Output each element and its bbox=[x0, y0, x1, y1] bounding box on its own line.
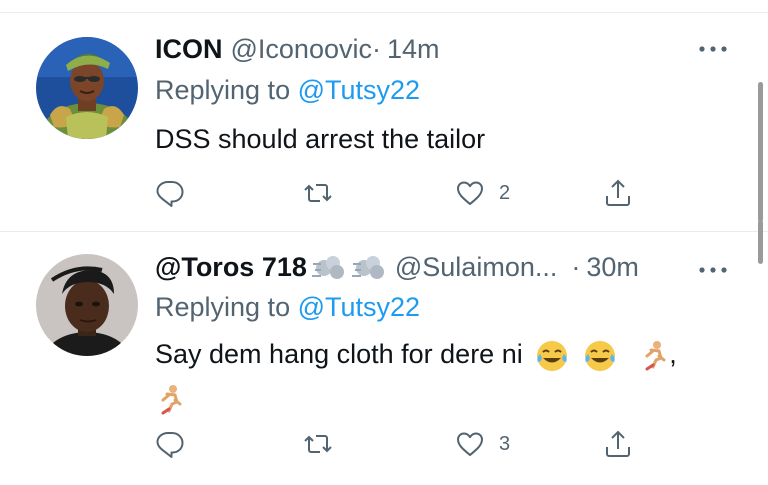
mention-link[interactable]: @Tutsy22 bbox=[298, 292, 420, 322]
tweet-actions: 2 bbox=[155, 175, 645, 211]
reply-button[interactable] bbox=[155, 426, 185, 462]
tweet-text: Say dem hang cloth for dere ni , bbox=[155, 332, 677, 420]
avatar-woman-headwrap-icon bbox=[36, 37, 138, 139]
separator-dot: · bbox=[571, 251, 581, 282]
retweet-button[interactable] bbox=[303, 426, 333, 462]
replying-prefix: Replying to bbox=[155, 75, 298, 105]
like-button[interactable]: 3 bbox=[455, 426, 510, 462]
timestamp[interactable]: 30m bbox=[586, 252, 639, 283]
display-name[interactable]: @Toros 718 bbox=[155, 252, 307, 283]
separator-dot: · bbox=[371, 33, 381, 64]
like-count: 3 bbox=[499, 432, 511, 455]
mention-link[interactable]: @Tutsy22 bbox=[298, 75, 420, 105]
tweet-text-suffix: , bbox=[669, 339, 677, 369]
joy-emoji-icon bbox=[584, 340, 615, 371]
share-button[interactable] bbox=[603, 426, 633, 462]
tweet-header: ICON @Iconoovic · 14m bbox=[155, 29, 440, 69]
heart-icon bbox=[457, 181, 483, 205]
retweet-icon bbox=[304, 184, 332, 202]
tweet[interactable]: ICON @Iconoovic · 14m Replying to @Tutsy… bbox=[0, 13, 768, 231]
running-emoji-icon bbox=[645, 340, 666, 371]
retweet-button[interactable] bbox=[303, 175, 333, 211]
avatar-man-icon bbox=[36, 254, 138, 356]
tweet-actions: 3 bbox=[155, 426, 645, 462]
scrollbar[interactable] bbox=[758, 220, 763, 264]
timestamp[interactable]: 14m bbox=[387, 34, 440, 65]
tweet-text: DSS should arrest the tailor bbox=[155, 124, 486, 154]
display-name[interactable]: ICON bbox=[155, 34, 223, 65]
running-emoji-icon bbox=[161, 384, 182, 415]
like-button[interactable]: 2 bbox=[455, 175, 510, 211]
reply-button[interactable] bbox=[155, 175, 185, 211]
reply-icon bbox=[156, 432, 184, 458]
more-icon[interactable] bbox=[698, 45, 728, 53]
like-count: 2 bbox=[499, 181, 511, 204]
more-icon[interactable] bbox=[698, 266, 728, 274]
share-icon bbox=[606, 430, 630, 457]
user-handle[interactable]: @Iconoovic bbox=[231, 34, 372, 65]
avatar[interactable] bbox=[36, 37, 138, 139]
replying-to: Replying to @Tutsy22 bbox=[155, 75, 420, 106]
tweet[interactable]: @Toros 718 @Sulaimon... · 30m Replying t… bbox=[0, 232, 768, 485]
tweet-text-line-2 bbox=[155, 376, 677, 420]
share-icon bbox=[606, 179, 630, 206]
reply-icon bbox=[156, 181, 184, 207]
dash-emoji-icon bbox=[351, 256, 384, 279]
dash-emoji-icon bbox=[311, 256, 344, 279]
avatar[interactable] bbox=[36, 254, 138, 356]
heart-icon bbox=[457, 432, 483, 456]
replying-prefix: Replying to bbox=[155, 292, 298, 322]
replying-to: Replying to @Tutsy22 bbox=[155, 292, 420, 323]
joy-emoji-icon bbox=[537, 340, 568, 371]
tweet-text-line-1: Say dem hang cloth for dere ni bbox=[155, 339, 523, 369]
tweet-header: @Toros 718 @Sulaimon... · 30m bbox=[155, 247, 639, 287]
share-button[interactable] bbox=[603, 175, 633, 211]
retweet-icon bbox=[304, 435, 332, 453]
scrollbar[interactable] bbox=[758, 82, 763, 222]
user-handle[interactable]: @Sulaimon... bbox=[395, 252, 557, 283]
